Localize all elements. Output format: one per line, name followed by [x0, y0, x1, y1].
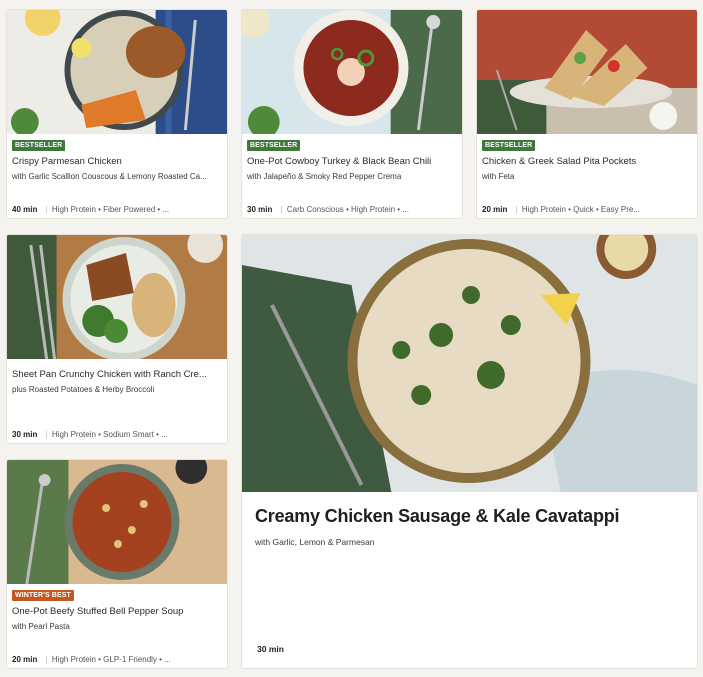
recipe-subtitle: with Jalapeño & Smoky Red Pepper Crema [247, 172, 402, 181]
recipe-tags: High Protein • Sodium Smart • ... [51, 430, 168, 439]
recipe-subtitle: with Pearl Pasta [12, 622, 70, 631]
recipe-meta: 40 min | High Protein • Fiber Powered • … [12, 205, 223, 214]
recipe-card[interactable]: BESTSELLER Chicken & Greek Salad Pita Po… [476, 9, 698, 219]
recipe-title[interactable]: One-Pot Cowboy Turkey & Black Bean Chili [247, 156, 458, 167]
recipe-image[interactable] [242, 235, 697, 492]
recipe-subtitle: with Feta [482, 172, 515, 181]
featured-recipe-subtitle: with Garlic, Lemon & Parmesan [255, 537, 375, 547]
featured-recipe-card[interactable]: Creamy Chicken Sausage & Kale Cavatappi … [241, 234, 698, 669]
recipe-meta: 30 min | Carb Conscious • High Protein •… [247, 205, 458, 214]
recipe-image[interactable] [7, 235, 227, 359]
cook-time: 30 min [247, 205, 273, 214]
recipe-card[interactable]: Sheet Pan Crunchy Chicken with Ranch Cre… [6, 234, 228, 444]
divider: | [280, 205, 283, 214]
recipe-tags: High Protein • GLP-1 Friendly • ... [51, 655, 171, 664]
recipe-card[interactable]: WINTER'S BEST One-Pot Beefy Stuffed Bell… [6, 459, 228, 669]
recipe-title[interactable]: One-Pot Beefy Stuffed Bell Pepper Soup [12, 606, 223, 617]
cook-time: 30 min [257, 644, 284, 654]
divider: | [45, 655, 48, 664]
recipe-tags: Carb Conscious • High Protein • ... [286, 205, 409, 214]
bestseller-badge: BESTSELLER [482, 140, 536, 151]
recipe-meta: 30 min | High Protein • Sodium Smart • .… [12, 430, 223, 439]
recipe-image[interactable] [242, 10, 462, 134]
divider: | [45, 430, 48, 439]
recipe-image[interactable] [7, 10, 227, 134]
recipe-title[interactable]: Crispy Parmesan Chicken [12, 156, 223, 167]
recipe-card[interactable]: BESTSELLER Crispy Parmesan Chicken with … [6, 9, 228, 219]
cook-time: 20 min [482, 205, 508, 214]
cook-time: 20 min [12, 655, 38, 664]
recipe-image[interactable] [7, 460, 227, 584]
recipe-subtitle: plus Roasted Potatoes & Herby Broccoli [12, 385, 155, 394]
divider: | [45, 205, 48, 214]
bestseller-badge: BESTSELLER [12, 140, 66, 151]
recipe-card[interactable]: BESTSELLER One-Pot Cowboy Turkey & Black… [241, 9, 463, 219]
winters-best-badge: WINTER'S BEST [12, 590, 74, 601]
recipe-meta: 20 min | High Protein • Quick • Easy Pre… [482, 205, 693, 214]
recipe-tags: High Protein • Fiber Powered • ... [51, 205, 170, 214]
recipe-title[interactable]: Chicken & Greek Salad Pita Pockets [482, 156, 693, 167]
cook-time: 40 min [12, 205, 38, 214]
cook-time: 30 min [12, 430, 38, 439]
recipe-image[interactable] [477, 10, 697, 134]
recipe-meta: 20 min | High Protein • GLP-1 Friendly •… [12, 655, 223, 664]
recipe-tags: High Protein • Quick • Easy Pre... [521, 205, 640, 214]
recipe-title[interactable]: Sheet Pan Crunchy Chicken with Ranch Cre… [12, 369, 223, 380]
recipe-subtitle: with Garlic Scallion Couscous & Lemony R… [12, 172, 207, 181]
divider: | [515, 205, 518, 214]
featured-recipe-title[interactable]: Creamy Chicken Sausage & Kale Cavatappi [255, 506, 687, 527]
bestseller-badge: BESTSELLER [247, 140, 301, 151]
